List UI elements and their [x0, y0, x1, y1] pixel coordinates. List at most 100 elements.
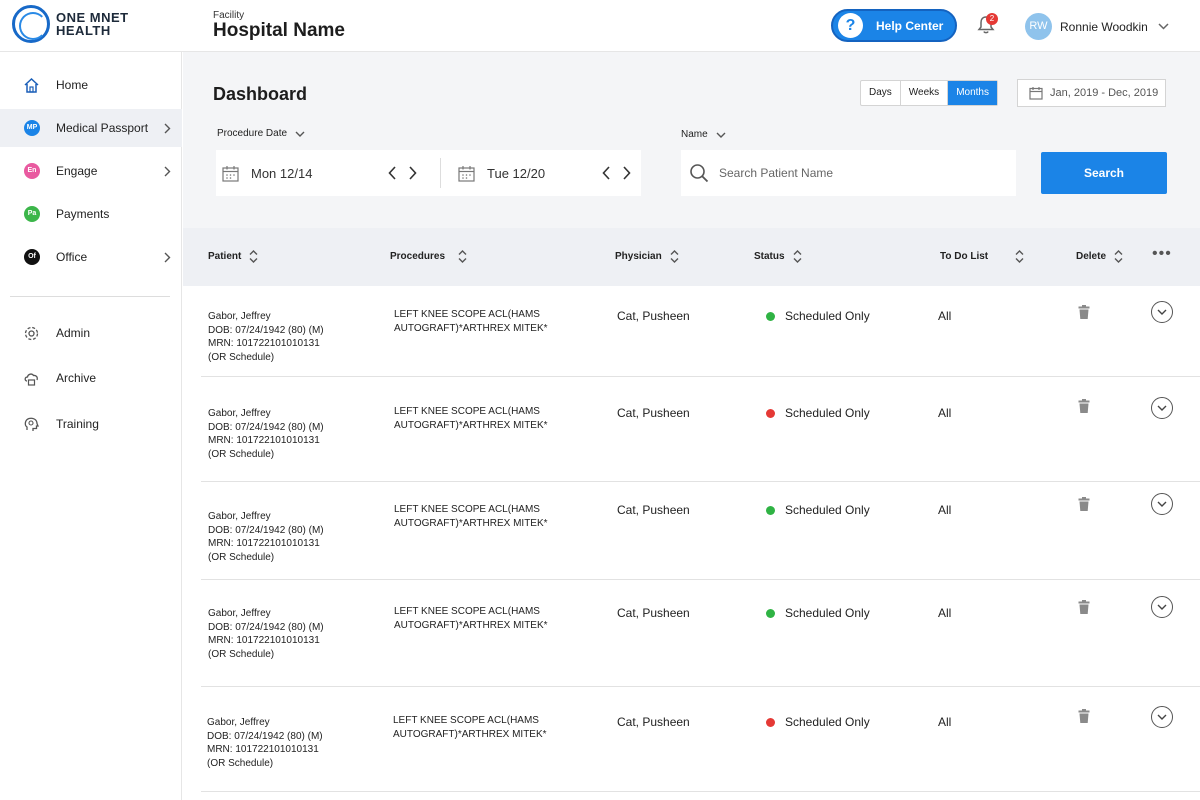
sidebar-item-archive[interactable]: Archive [0, 359, 182, 397]
patient-schedule: (OR Schedule) [208, 448, 275, 460]
trash-icon[interactable] [1078, 399, 1090, 413]
avatar: RW [1025, 13, 1052, 40]
column-physician[interactable]: Physician [615, 249, 679, 264]
physician-cell: Cat, Pusheen [617, 606, 690, 620]
procedure-date-label: Procedure Date [217, 128, 288, 139]
todo-cell: All [938, 406, 952, 420]
expand-row-button[interactable] [1151, 493, 1173, 515]
procedure-date-range: Mon 12/14 Tue 12/20 [216, 150, 641, 196]
patient-name: Gabor, Jeffrey [208, 311, 271, 322]
patient-name: Gabor, Jeffrey [208, 511, 271, 522]
office-badge-icon: Of [24, 249, 40, 265]
chevron-down-icon [1158, 23, 1169, 30]
column-todo[interactable]: To Do List [940, 249, 1024, 264]
status-text: Scheduled Only [785, 606, 870, 620]
todo-cell: All [938, 309, 952, 323]
chevron-down-icon [1157, 501, 1167, 507]
tab-weeks[interactable]: Weeks [901, 81, 949, 105]
column-patient[interactable]: Patient [208, 249, 258, 264]
calendar-icon [222, 165, 239, 182]
date-range-picker[interactable]: Jan, 2019 - Dec, 2019 [1017, 79, 1166, 107]
sidebar-item-home[interactable]: Home [0, 66, 182, 104]
patient-mrn: MRN: 101722101010131 [208, 435, 320, 446]
brand-name: ONE MNET HEALTH [56, 11, 129, 37]
sort-icon [793, 250, 802, 263]
sidebar-item-engage[interactable]: En Engage [0, 152, 182, 190]
expand-row-button[interactable] [1151, 596, 1173, 618]
top-bar: ONE MNET HEALTH Facility Hospital Name ?… [0, 0, 1200, 52]
patient-mrn: MRN: 101722101010131 [208, 338, 320, 349]
chevron-left-icon[interactable] [388, 166, 397, 180]
name-filter[interactable]: Name [681, 129, 726, 140]
table-row[interactable]: Gabor, Jeffrey DOB: 07/24/1942 (80) (M) … [201, 483, 1200, 580]
payments-badge-icon: Pa [24, 206, 40, 222]
chevron-right-icon[interactable] [622, 166, 631, 180]
search-input[interactable] [719, 166, 989, 180]
sidebar-divider [10, 296, 170, 297]
sidebar-item-office[interactable]: Of Office [0, 238, 182, 276]
start-date-field[interactable]: Mon 12/14 [222, 165, 312, 182]
trash-icon[interactable] [1078, 305, 1090, 319]
user-name: Ronnie Woodkin [1060, 19, 1148, 34]
expand-row-button[interactable] [1151, 397, 1173, 419]
status-dot-icon [766, 408, 775, 418]
column-delete-label: Delete [1076, 251, 1107, 262]
chevron-right-icon[interactable] [408, 166, 417, 180]
expand-row-button[interactable] [1151, 706, 1173, 728]
patient-dob: DOB: 07/24/1942 (80) (M) [208, 421, 324, 433]
trash-icon[interactable] [1078, 709, 1090, 723]
date-range-text: Jan, 2019 - Dec, 2019 [1050, 87, 1159, 99]
trash-icon[interactable] [1078, 600, 1090, 614]
sidebar-item-medical-passport[interactable]: MP Medical Passport [0, 109, 182, 147]
sidebar-item-training[interactable]: Training [0, 405, 182, 443]
status-text: Scheduled Only [785, 406, 870, 420]
help-center-button[interactable]: ? Help Center [831, 9, 957, 42]
brand-logo[interactable]: ONE MNET HEALTH [12, 5, 129, 43]
physician-cell: Cat, Pusheen [617, 503, 690, 517]
patient-name: Gabor, Jeffrey [208, 408, 271, 419]
table-row[interactable]: Gabor, Jeffrey DOB: 07/24/1942 (80) (M) … [201, 581, 1200, 687]
procedure-line-1: LEFT KNEE SCOPE ACL(HAMS [394, 406, 540, 417]
facility-name: Hospital Name [213, 20, 345, 41]
help-icon: ? [838, 13, 863, 38]
sidebar-item-label: Admin [56, 326, 91, 340]
tab-days[interactable]: Days [861, 81, 901, 105]
main-content: Dashboard Days Weeks Months Jan, 2019 - … [183, 52, 1200, 800]
chevron-left-icon[interactable] [602, 166, 611, 180]
physician-cell: Cat, Pusheen [617, 406, 690, 420]
chevron-down-icon [295, 131, 305, 137]
status-cell: Scheduled Only [766, 309, 870, 323]
status-dot-icon [766, 717, 775, 727]
gear-icon [24, 326, 39, 340]
status-dot-icon [766, 505, 775, 515]
search-button[interactable]: Search [1041, 152, 1167, 194]
patient-dob: DOB: 07/24/1942 (80) (M) [208, 324, 324, 336]
logo-mark-icon [12, 5, 50, 43]
column-procedures[interactable]: Procedures [390, 249, 467, 264]
table-row[interactable]: Gabor, Jeffrey DOB: 07/24/1942 (80) (M) … [201, 286, 1200, 377]
column-status-label: Status [754, 251, 785, 262]
table-row[interactable]: Gabor, Jeffrey DOB: 07/24/1942 (80) (M) … [201, 688, 1200, 792]
procedure-date-filter[interactable]: Procedure Date [217, 128, 305, 139]
sidebar-item-label: Training [56, 417, 99, 431]
archive-icon [24, 372, 38, 386]
procedure-line-1: LEFT KNEE SCOPE ACL(HAMS [394, 606, 540, 617]
trash-icon[interactable] [1078, 497, 1090, 511]
end-date-field[interactable]: Tue 12/20 [458, 165, 545, 182]
column-delete[interactable]: Delete [1076, 249, 1123, 264]
page-title: Dashboard [213, 84, 308, 104]
sidebar-item-payments[interactable]: Pa Payments [0, 195, 182, 233]
tab-months[interactable]: Months [948, 81, 997, 105]
status-cell: Scheduled Only [766, 406, 870, 420]
patient-cell: Gabor, Jeffrey DOB: 07/24/1942 (80) (M) … [208, 607, 324, 661]
patient-cell: Gabor, Jeffrey DOB: 07/24/1942 (80) (M) … [208, 407, 324, 461]
expand-row-button[interactable] [1151, 301, 1173, 323]
table-row[interactable]: Gabor, Jeffrey DOB: 07/24/1942 (80) (M) … [201, 378, 1200, 482]
status-cell: Scheduled Only [766, 715, 870, 729]
more-options-icon[interactable]: ••• [1152, 245, 1172, 263]
sidebar-item-admin[interactable]: Admin [0, 314, 182, 352]
sidebar-item-label: Office [56, 250, 88, 264]
user-menu[interactable]: RW Ronnie Woodkin [1025, 13, 1169, 40]
sidebar-item-label: Engage [56, 164, 98, 178]
column-status[interactable]: Status [754, 249, 802, 264]
